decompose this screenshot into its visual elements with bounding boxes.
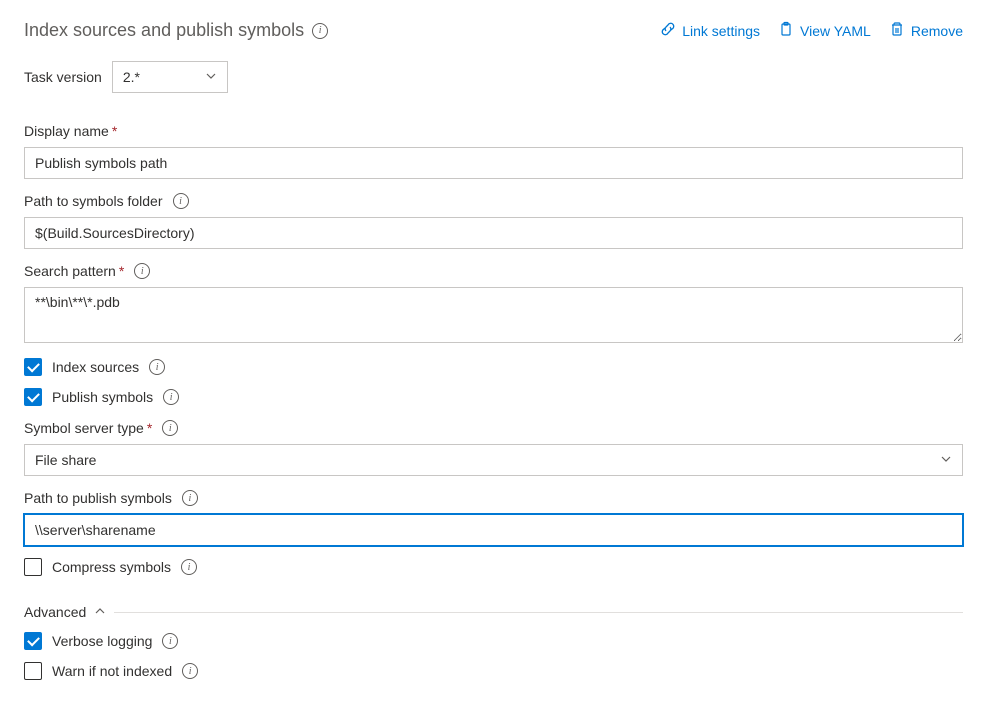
verbose-logging-checkbox[interactable]: [24, 632, 42, 650]
chevron-up-icon: [94, 604, 106, 620]
symbols-folder-label-row: Path to symbols folder: [24, 193, 963, 209]
info-icon[interactable]: [149, 359, 165, 375]
clipboard-icon: [778, 21, 794, 40]
symbols-folder-input[interactable]: [24, 217, 963, 249]
title-wrap: Index sources and publish symbols: [24, 20, 328, 41]
info-icon[interactable]: [182, 490, 198, 506]
link-icon: [660, 21, 676, 40]
view-yaml-label: View YAML: [800, 23, 871, 39]
info-icon[interactable]: [181, 559, 197, 575]
advanced-section-header[interactable]: Advanced: [24, 604, 963, 620]
symbol-server-type-value: File share: [35, 452, 96, 468]
compress-symbols-row: Compress symbols: [24, 558, 963, 576]
display-name-input[interactable]: [24, 147, 963, 179]
chevron-down-icon: [940, 452, 952, 468]
verbose-logging-label: Verbose logging: [52, 633, 152, 649]
verbose-logging-row: Verbose logging: [24, 632, 963, 650]
publish-symbols-checkbox[interactable]: [24, 388, 42, 406]
search-pattern-label: Search pattern*: [24, 263, 124, 279]
page-title: Index sources and publish symbols: [24, 20, 304, 41]
remove-label: Remove: [911, 23, 963, 39]
compress-symbols-label: Compress symbols: [52, 559, 171, 575]
publish-symbols-label: Publish symbols: [52, 389, 153, 405]
display-name-label-row: Display name*: [24, 123, 963, 139]
symbol-server-type-label-row: Symbol server type*: [24, 420, 963, 436]
publish-path-label: Path to publish symbols: [24, 490, 172, 506]
publish-path-label-row: Path to publish symbols: [24, 490, 963, 506]
warn-not-indexed-label: Warn if not indexed: [52, 663, 172, 679]
index-sources-label: Index sources: [52, 359, 139, 375]
symbol-server-type-select[interactable]: File share: [24, 444, 963, 476]
trash-icon: [889, 21, 905, 40]
link-settings-button[interactable]: Link settings: [660, 21, 760, 40]
task-header: Index sources and publish symbols Link s…: [24, 20, 963, 41]
chevron-down-icon: [205, 69, 217, 85]
info-icon[interactable]: [163, 389, 179, 405]
info-icon[interactable]: [134, 263, 150, 279]
advanced-label: Advanced: [24, 604, 86, 620]
publish-path-input[interactable]: [24, 514, 963, 546]
compress-symbols-checkbox[interactable]: [24, 558, 42, 576]
link-settings-label: Link settings: [682, 23, 760, 39]
view-yaml-button[interactable]: View YAML: [778, 21, 871, 40]
task-version-label: Task version: [24, 69, 102, 85]
header-actions: Link settings View YAML Remove: [660, 21, 963, 40]
symbol-server-type-label: Symbol server type*: [24, 420, 152, 436]
symbols-folder-label: Path to symbols folder: [24, 193, 163, 209]
info-icon[interactable]: [312, 23, 328, 39]
search-pattern-label-row: Search pattern*: [24, 263, 963, 279]
info-icon[interactable]: [182, 663, 198, 679]
info-icon[interactable]: [162, 633, 178, 649]
task-version-row: Task version 2.*: [24, 61, 963, 93]
display-name-label: Display name*: [24, 123, 117, 139]
publish-symbols-row: Publish symbols: [24, 388, 963, 406]
remove-button[interactable]: Remove: [889, 21, 963, 40]
index-sources-row: Index sources: [24, 358, 963, 376]
section-divider: [114, 612, 963, 613]
task-version-value: 2.*: [123, 69, 140, 85]
warn-not-indexed-row: Warn if not indexed: [24, 662, 963, 680]
warn-not-indexed-checkbox[interactable]: [24, 662, 42, 680]
task-version-select[interactable]: 2.*: [112, 61, 228, 93]
info-icon[interactable]: [162, 420, 178, 436]
info-icon[interactable]: [173, 193, 189, 209]
search-pattern-input[interactable]: [24, 287, 963, 343]
index-sources-checkbox[interactable]: [24, 358, 42, 376]
